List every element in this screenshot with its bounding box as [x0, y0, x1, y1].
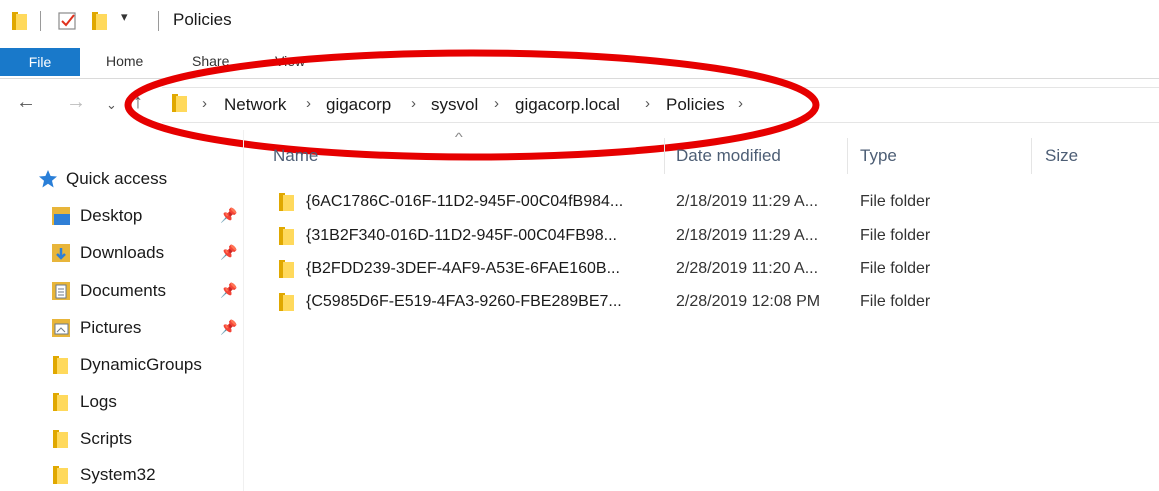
sidebar-item-desktop[interactable]: Desktop 📌: [52, 204, 242, 228]
sidebar-item-label: System32: [80, 465, 156, 484]
file-date: 2/18/2019 11:29 A...: [676, 193, 819, 210]
folder-icon: [279, 193, 294, 211]
forward-arrow-icon[interactable]: →: [66, 91, 86, 114]
folder-icon[interactable]: [92, 12, 107, 30]
sidebar-item-logs[interactable]: Logs: [52, 390, 242, 414]
sidebar-item-label: Documents: [80, 281, 166, 300]
dropdown-icon[interactable]: ▾: [121, 9, 128, 25]
sidebar-item-label: DynamicGroups: [80, 355, 202, 374]
column-divider[interactable]: [847, 138, 848, 174]
sidebar-item-downloads[interactable]: Downloads 📌: [52, 241, 242, 265]
column-divider[interactable]: [1031, 138, 1032, 174]
sidebar-item-scripts[interactable]: Scripts: [52, 427, 242, 451]
sidebar-item-label: Desktop: [80, 206, 143, 225]
folder-icon: [53, 430, 68, 448]
folder-icon: [279, 293, 294, 311]
folder-icon: [53, 466, 68, 484]
title-bar: ▾ Policies: [0, 0, 1159, 42]
table-row[interactable]: {31B2F340-016D-11D2-945F-00C04FB98... 2/…: [270, 224, 1150, 248]
desktop-icon: [52, 207, 70, 225]
file-type: File folder: [860, 260, 931, 277]
folder-icon: [53, 393, 68, 411]
sidebar-item-pictures[interactable]: Pictures 📌: [52, 316, 242, 340]
folder-icon: [53, 356, 68, 374]
checkmark-icon[interactable]: [58, 11, 78, 31]
file-type: File folder: [860, 227, 931, 244]
table-row[interactable]: {6AC1786C-016F-11D2-945F-00C04fB984... 2…: [270, 190, 1150, 214]
sort-ascending-icon: ^: [454, 130, 463, 144]
folder-icon: [279, 260, 294, 278]
pictures-icon: [52, 319, 70, 337]
file-name: {6AC1786C-016F-11D2-945F-00C04fB984...: [306, 193, 624, 210]
sidebar-item-label: Downloads: [80, 243, 165, 262]
toolbar-divider: [158, 11, 159, 31]
table-row[interactable]: {B2FDD239-3DEF-4AF9-A53E-6FAE160B... 2/2…: [270, 257, 1150, 281]
pin-icon[interactable]: 📌: [220, 207, 237, 224]
pin-icon[interactable]: 📌: [220, 282, 237, 299]
window-title: Policies: [173, 10, 232, 29]
back-arrow-icon[interactable]: ←: [16, 91, 36, 114]
file-name: {31B2F340-016D-11D2-945F-00C04FB98...: [306, 227, 617, 244]
documents-icon: [52, 282, 70, 300]
sidebar-item-system32[interactable]: System32: [52, 463, 242, 487]
sidebar-item-label: Scripts: [80, 429, 132, 448]
column-date-modified[interactable]: Date modified: [676, 146, 781, 166]
file-date: 2/28/2019 12:08 PM: [676, 293, 821, 310]
pin-icon[interactable]: 📌: [220, 319, 237, 336]
file-name: {B2FDD239-3DEF-4AF9-A53E-6FAE160B...: [306, 260, 620, 277]
column-name[interactable]: Name: [273, 146, 318, 166]
file-type: File folder: [860, 293, 931, 310]
folder-icon: [279, 227, 294, 245]
sidebar-item-label: Pictures: [80, 318, 142, 337]
file-type: File folder: [860, 193, 931, 210]
file-name: {C5985D6F-E519-4FA3-9260-FBE289BE7...: [306, 293, 622, 310]
file-date: 2/18/2019 11:29 A...: [676, 227, 819, 244]
tab-file[interactable]: File: [0, 48, 80, 76]
column-size[interactable]: Size: [1045, 146, 1078, 166]
star-icon: [39, 170, 57, 188]
table-row[interactable]: {C5985D6F-E519-4FA3-9260-FBE289BE7... 2/…: [270, 290, 1150, 314]
sidebar-item-documents[interactable]: Documents 📌: [52, 279, 242, 303]
column-divider[interactable]: [664, 138, 665, 174]
pin-icon[interactable]: 📌: [220, 244, 237, 261]
downloads-icon: [52, 244, 70, 262]
column-type[interactable]: Type: [860, 146, 897, 166]
sidebar-item-label: Logs: [80, 392, 117, 411]
sidebar-item-dynamicgroups[interactable]: DynamicGroups: [52, 353, 242, 377]
sidebar-item-label: Quick access: [66, 169, 168, 188]
toolbar-divider: [40, 11, 41, 31]
file-date: 2/28/2019 11:20 A...: [676, 260, 819, 277]
navigation-pane-divider[interactable]: [243, 130, 244, 491]
recent-locations-dropdown-icon[interactable]: ⌄: [106, 97, 117, 113]
sidebar-item-quick-access[interactable]: Quick access: [38, 167, 238, 191]
folder-icon: [12, 12, 27, 30]
